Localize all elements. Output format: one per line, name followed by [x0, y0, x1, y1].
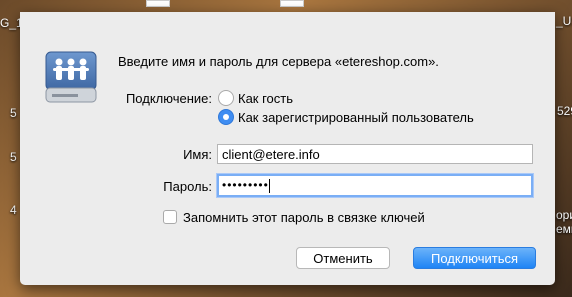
name-label: Имя: [183, 147, 212, 162]
desktop-label: 5 [10, 106, 17, 120]
password-field[interactable]: ••••••••• [217, 174, 533, 197]
connection-label: Подключение: [125, 91, 212, 106]
password-label: Пароль: [163, 179, 212, 194]
radio-registered-user[interactable] [218, 109, 234, 125]
desktop-label: 5 [10, 150, 17, 164]
connect-button[interactable]: Подключиться [413, 247, 536, 269]
radio-guest[interactable] [218, 90, 234, 106]
remember-label[interactable]: Запомнить этот пароль в связке ключей [183, 210, 425, 225]
server-login-dialog: Введите имя и пароль для сервера «eteres… [20, 12, 555, 285]
desktop-label: _US [556, 14, 572, 28]
name-field[interactable]: client@etere.info [217, 144, 533, 164]
name-value: client@etere.info [222, 147, 320, 162]
option-registered-label[interactable]: Как зарегистрированный пользователь [238, 110, 474, 125]
desktop-label: 529 [557, 104, 572, 118]
server-users-icon [45, 51, 97, 103]
desktop-file-icon[interactable] [146, 0, 170, 7]
option-guest-label[interactable]: Как гость [238, 91, 293, 106]
desktop-file-icon[interactable] [280, 0, 304, 7]
desktop-label: 4 [10, 203, 17, 217]
dialog-title: Введите имя и пароль для сервера «eteres… [118, 54, 439, 69]
desktop-label: емы [556, 222, 572, 236]
cancel-button[interactable]: Отменить [296, 247, 390, 269]
desktop-label: ори [556, 208, 572, 222]
text-caret [268, 178, 270, 193]
password-value: ••••••••• [222, 178, 269, 192]
remember-checkbox[interactable] [163, 210, 177, 224]
